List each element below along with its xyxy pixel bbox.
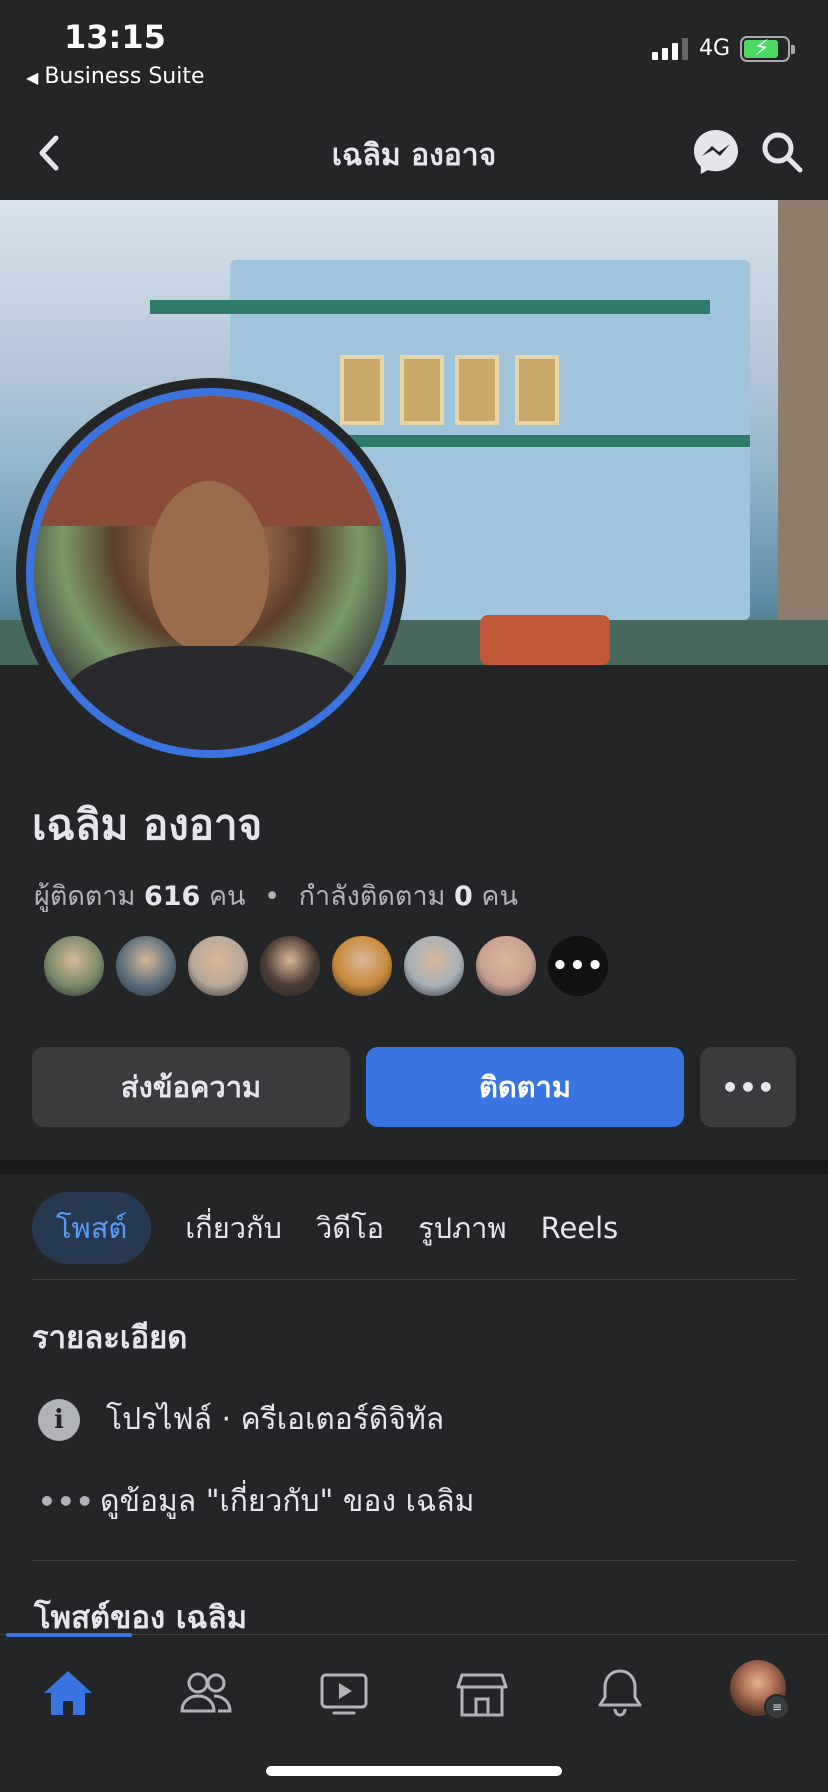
tabs-divider (32, 1279, 796, 1280)
follow-stats[interactable]: ผู้ติดตาม 616 คน • กำลังติดตาม 0 คน (34, 874, 518, 917)
info-icon: i (38, 1398, 80, 1441)
follower-avatar[interactable] (258, 934, 322, 998)
home-indicator (266, 1766, 562, 1776)
profile-type-row: i โปรไฟล์ · ครีเอเตอร์ดิจิทัล (38, 1396, 444, 1443)
followers-count: 616 (143, 881, 201, 912)
status-bar: 13:15 ◀ Business Suite 4G ⚡ (0, 0, 828, 110)
message-button[interactable]: ส่งข้อความ (32, 1047, 350, 1127)
follow-button[interactable]: ติดตาม (366, 1047, 684, 1127)
more-dots-icon: ••• (38, 1485, 95, 1518)
following-count: 0 (454, 881, 473, 912)
marketplace-icon (456, 1673, 508, 1717)
battery-icon: ⚡ (740, 36, 795, 62)
back-to-app-link[interactable]: ◀ Business Suite (26, 64, 205, 89)
follower-avatar[interactable] (114, 934, 178, 998)
nav-bar: เฉลิม องอาจ (0, 110, 828, 200)
about-link-text[interactable]: ดูข้อมูล "เกี่ยวกับ" ของ เฉลิม (100, 1478, 474, 1525)
more-options-button[interactable]: ••• (700, 1047, 796, 1127)
profile-type-text: โปรไฟล์ · ครีเอเตอร์ดิจิทัล (106, 1402, 445, 1437)
messenger-icon (694, 130, 738, 174)
stats-separator: • (264, 881, 281, 912)
tab-about[interactable]: เกี่ยวกับ (185, 1192, 282, 1264)
section-divider (0, 1160, 828, 1174)
more-followers-button[interactable]: ••• (546, 934, 610, 998)
following-unit: คน (481, 881, 518, 912)
follower-avatar[interactable] (474, 934, 538, 998)
search-icon (762, 132, 803, 173)
messenger-button[interactable] (690, 126, 742, 178)
home-icon (44, 1671, 92, 1715)
profile-tabs: โพสต์ เกี่ยวกับ วิดีโอ รูปภาพ Reels (32, 1192, 652, 1264)
video-tab[interactable] (314, 1663, 374, 1723)
search-button[interactable] (758, 126, 806, 178)
network-label: 4G (699, 36, 731, 61)
bell-icon (598, 1669, 642, 1717)
following-label: กำลังติดตาม (298, 881, 446, 912)
notifications-tab[interactable] (590, 1663, 650, 1723)
back-triangle-icon: ◀ (26, 68, 39, 87)
follower-avatar[interactable] (330, 934, 394, 998)
followers-label: ผู้ติดตาม (34, 881, 136, 912)
details-divider (32, 1560, 796, 1561)
follower-avatar[interactable] (186, 934, 250, 998)
details-title: รายละเอียด (32, 1320, 188, 1356)
follower-avatar[interactable] (42, 934, 106, 998)
home-tab[interactable] (38, 1663, 98, 1723)
friends-icon (180, 1672, 232, 1713)
tab-videos[interactable]: วิดีโอ (316, 1192, 384, 1264)
tab-photos[interactable]: รูปภาพ (418, 1192, 507, 1264)
about-link-row[interactable]: ••• ดูข้อมูล "เกี่ยวกับ" ของ เฉลิม (38, 1478, 474, 1525)
active-tab-indicator (6, 1633, 132, 1637)
tab-reels[interactable]: Reels (541, 1192, 619, 1264)
follower-avatar[interactable] (402, 934, 466, 998)
marketplace-tab[interactable] (452, 1663, 512, 1723)
video-icon (320, 1673, 368, 1715)
menu-icon: ≡ (764, 1694, 790, 1720)
status-time: 13:15 (64, 18, 166, 56)
friends-tab[interactable] (176, 1663, 236, 1723)
back-app-label: Business Suite (44, 64, 205, 89)
tab-posts[interactable]: โพสต์ (32, 1192, 152, 1264)
follower-avatars[interactable]: ••• (42, 934, 610, 998)
followers-unit: คน (208, 881, 246, 912)
profile-avatar[interactable] (26, 388, 396, 758)
profile-name: เฉลิม องอาจ (32, 800, 263, 849)
signal-icon (652, 38, 688, 60)
